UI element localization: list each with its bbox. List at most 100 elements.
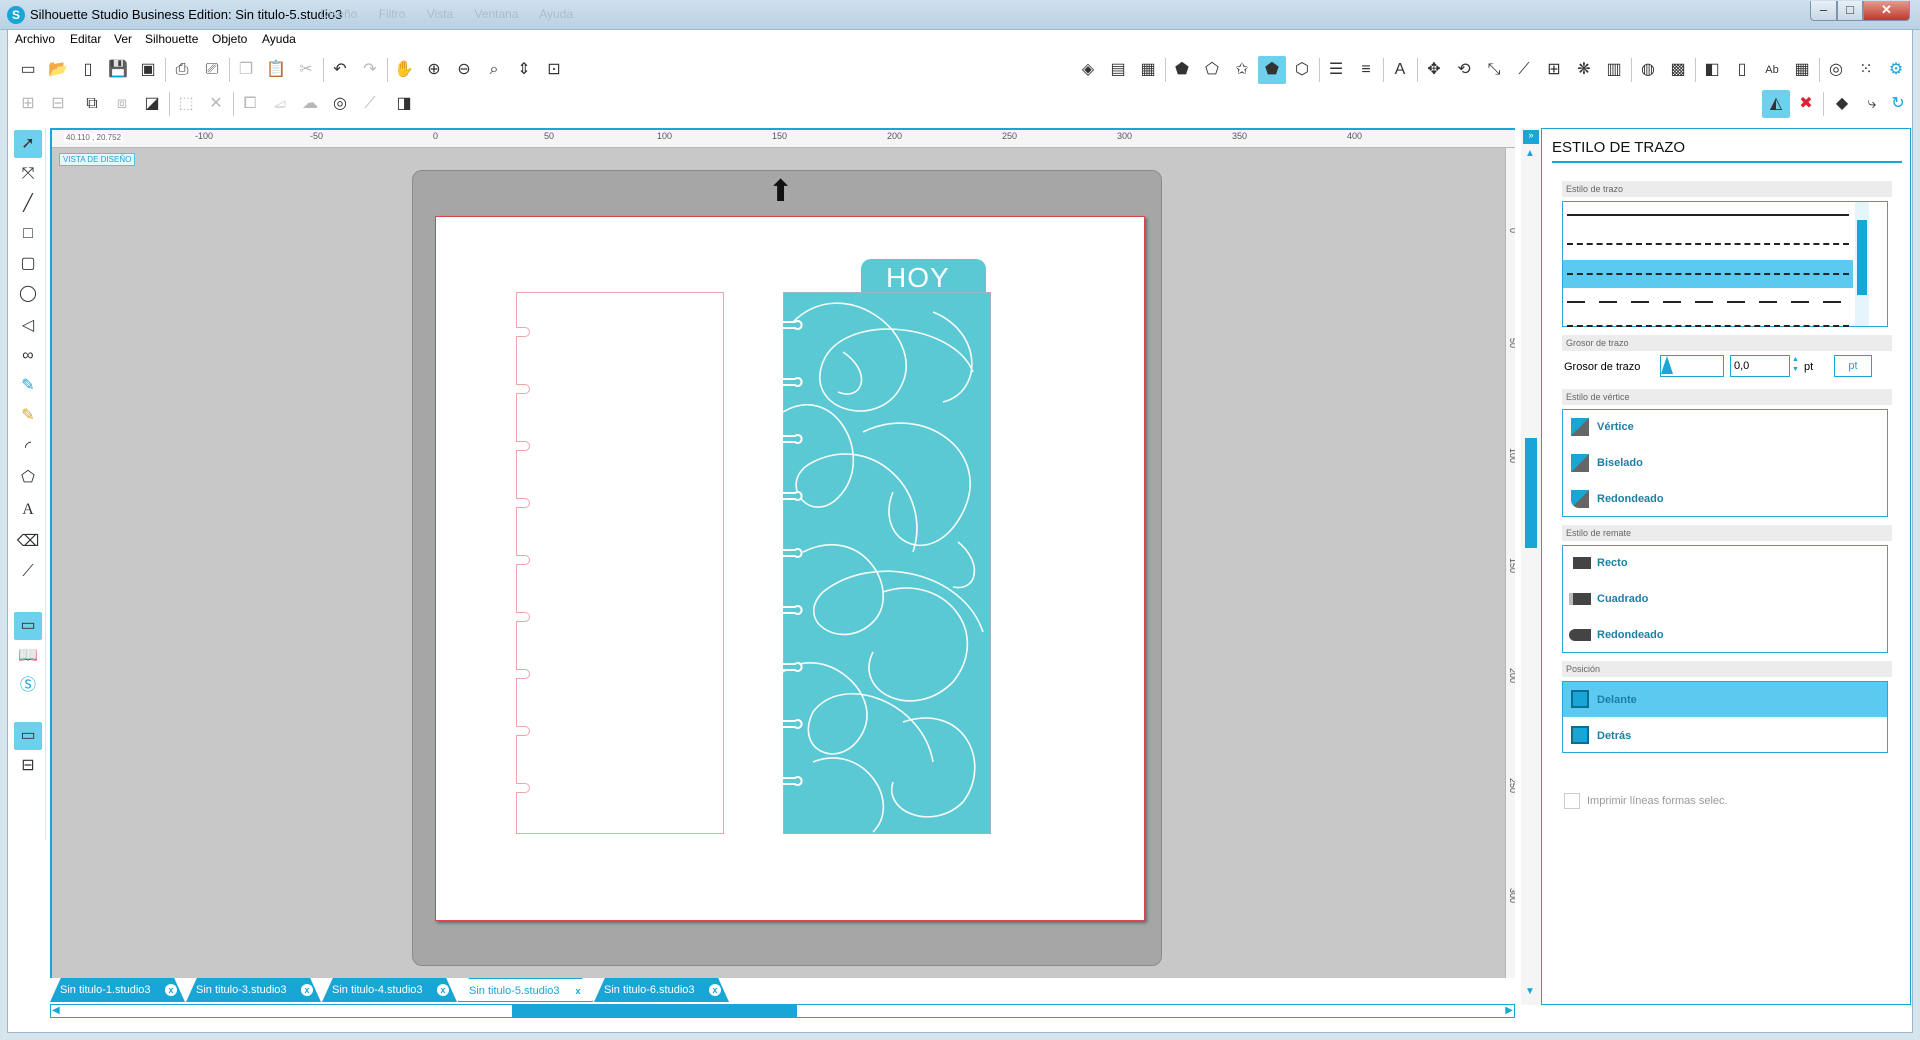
weld-icon[interactable]: ◪ bbox=[138, 90, 166, 118]
outline-divider-shape[interactable] bbox=[516, 292, 724, 834]
menu-editar[interactable]: Editar bbox=[70, 32, 101, 46]
tab-close-icon[interactable]: x bbox=[437, 984, 449, 996]
copy-icon[interactable]: ❐ bbox=[232, 56, 260, 84]
paste-icon[interactable]: 📋 bbox=[262, 56, 290, 84]
line-style-active-icon[interactable]: ◭ bbox=[1762, 90, 1790, 118]
compound-icon[interactable]: ⧉ bbox=[78, 90, 106, 118]
zoom-select-icon[interactable]: ⌕ bbox=[480, 56, 508, 84]
cap-round-icon[interactable] bbox=[1569, 629, 1591, 641]
select-icon[interactable]: ➚ bbox=[14, 130, 42, 158]
minimize-button[interactable]: – bbox=[1810, 1, 1837, 21]
vertical-scrollbar[interactable]: » ▲ ▼ bbox=[1521, 128, 1541, 1005]
fit-page-icon[interactable]: ⊡ bbox=[540, 56, 568, 84]
shape-icon[interactable]: ⬟ bbox=[1258, 56, 1286, 84]
no-cut-icon[interactable]: ✖ bbox=[1792, 90, 1820, 118]
save-library-icon[interactable]: ▣ bbox=[134, 56, 162, 84]
dash-long[interactable] bbox=[1567, 301, 1849, 303]
library-view-icon[interactable]: 📖 bbox=[14, 642, 42, 670]
offset-icon[interactable]: ⬡ bbox=[1288, 56, 1316, 84]
position-back-option[interactable]: Detrás bbox=[1597, 730, 1631, 742]
trace-icon[interactable]: ❋ bbox=[1570, 56, 1598, 84]
dash-dense[interactable] bbox=[1567, 325, 1849, 327]
gradient-icon[interactable]: ▤ bbox=[1104, 56, 1132, 84]
3d-icon[interactable]: ⟋ bbox=[356, 90, 384, 118]
scroll-thumb[interactable] bbox=[1525, 438, 1537, 548]
window-icon[interactable]: ▭ bbox=[14, 722, 42, 750]
scroll-down-icon[interactable]: ▼ bbox=[1525, 986, 1535, 997]
dots-icon[interactable]: ⁙ bbox=[1852, 56, 1880, 84]
curve-icon[interactable]: ∞ bbox=[14, 342, 42, 370]
release-compound-icon[interactable]: ⧈ bbox=[108, 90, 136, 118]
scroll-up-icon[interactable]: ▲ bbox=[1525, 148, 1535, 159]
cut-settings-icon[interactable]: ◧ bbox=[1698, 56, 1726, 84]
tab-doc-3[interactable]: Sin titulo-3.studio3 x bbox=[186, 978, 321, 1002]
print-icon[interactable]: ⎙ bbox=[168, 56, 196, 84]
point-edit-icon[interactable]: ⤧ bbox=[14, 160, 42, 188]
corner-round-option[interactable]: Redondeado bbox=[1597, 493, 1664, 505]
box-icon[interactable]: ◨ bbox=[390, 90, 418, 118]
modify-icon[interactable]: ⧡ bbox=[266, 90, 294, 118]
split-view-icon[interactable]: ⊟ bbox=[14, 752, 42, 780]
open-icon[interactable]: 📂 bbox=[44, 56, 72, 84]
cap-round-option[interactable]: Redondeado bbox=[1597, 629, 1664, 641]
tab-close-icon[interactable]: x bbox=[301, 984, 313, 996]
rounded-rectangle-icon[interactable]: ▢ bbox=[14, 250, 42, 278]
print-cut-icon[interactable]: ⎚ bbox=[198, 56, 226, 84]
fill-icon[interactable]: ◈ bbox=[1074, 56, 1102, 84]
corner-bevel-option[interactable]: Biselado bbox=[1597, 457, 1643, 469]
transform-icon[interactable]: ✥ bbox=[1420, 56, 1448, 84]
tab-close-icon[interactable]: x bbox=[709, 984, 721, 996]
tab-doc-6[interactable]: Sin titulo-6.studio3 x bbox=[594, 978, 729, 1002]
tab-doc-5[interactable]: Sin titulo-5.studio3 x bbox=[458, 978, 593, 1002]
tab-doc-4[interactable]: Sin titulo-4.studio3 x bbox=[322, 978, 457, 1002]
text-tool-icon[interactable]: A bbox=[14, 496, 42, 524]
nest-icon[interactable]: ⊞ bbox=[1540, 56, 1568, 84]
subtract-icon[interactable]: ⬚ bbox=[172, 90, 200, 118]
freehand-icon[interactable]: ✎ bbox=[14, 372, 42, 400]
line-icon[interactable]: ╱ bbox=[14, 190, 42, 218]
print-lines-checkbox[interactable] bbox=[1564, 793, 1580, 809]
redo-icon[interactable]: ↷ bbox=[356, 56, 384, 84]
line-style-icon[interactable]: ⬠ bbox=[1198, 56, 1226, 84]
design-view-icon[interactable]: ▭ bbox=[14, 612, 42, 640]
close-button[interactable]: ✕ bbox=[1863, 1, 1910, 21]
tab-close-icon[interactable]: x bbox=[572, 985, 584, 997]
rotate-icon[interactable]: ⟲ bbox=[1450, 56, 1478, 84]
library-icon[interactable]: ▩ bbox=[1664, 56, 1692, 84]
maximize-button[interactable]: □ bbox=[1837, 1, 1863, 21]
unit-button[interactable]: pt bbox=[1834, 355, 1872, 377]
horizontal-scrollbar[interactable]: ◀ ▶ bbox=[50, 1004, 1515, 1018]
dash-solid[interactable] bbox=[1567, 214, 1849, 216]
corner-miter-option[interactable]: Vértice bbox=[1597, 421, 1634, 433]
knife-icon[interactable]: ⟋ bbox=[1510, 56, 1538, 84]
pixscan-icon[interactable]: ◎ bbox=[1822, 56, 1850, 84]
menu-silhouette[interactable]: Silhouette bbox=[145, 32, 198, 46]
cap-flat-icon[interactable] bbox=[1573, 557, 1591, 569]
template-icon[interactable]: ▯ bbox=[74, 56, 102, 84]
store-view-icon[interactable]: Ⓢ bbox=[14, 672, 42, 700]
scroll-left-icon[interactable]: ◀ bbox=[52, 1005, 60, 1016]
ab-icon[interactable]: Ab bbox=[1758, 56, 1786, 84]
ellipse-icon[interactable]: ◯ bbox=[14, 280, 42, 308]
scale-icon[interactable]: ⤡ bbox=[1480, 56, 1508, 84]
stroke-width-slider[interactable] bbox=[1660, 355, 1724, 377]
offset2-icon[interactable]: ☁ bbox=[296, 90, 324, 118]
text-icon[interactable]: A bbox=[1386, 56, 1414, 84]
cut-icon[interactable]: ✂ bbox=[292, 56, 320, 84]
grid-icon[interactable]: ▦ bbox=[1788, 56, 1816, 84]
refresh-icon[interactable]: ↻ bbox=[1884, 90, 1912, 118]
stroke-width-stepper[interactable]: ▲ ▼ bbox=[1792, 355, 1800, 377]
cap-square-icon[interactable] bbox=[1569, 593, 1591, 605]
group-icon[interactable]: ⊞ bbox=[14, 90, 42, 118]
cap-flat-option[interactable]: Recto bbox=[1597, 557, 1628, 569]
arc-icon[interactable]: ◜ bbox=[14, 434, 42, 462]
zoom-out-icon[interactable]: ⊖ bbox=[450, 56, 478, 84]
smooth-freehand-icon[interactable]: ✎ bbox=[14, 402, 42, 430]
replicate-icon[interactable]: ≡ bbox=[1352, 56, 1380, 84]
line-color-icon[interactable]: ⬟ bbox=[1168, 56, 1196, 84]
ungroup-icon[interactable]: ⊟ bbox=[44, 90, 72, 118]
regular-polygon-icon[interactable]: ⬠ bbox=[14, 464, 42, 492]
position-front-option[interactable]: Delante bbox=[1597, 694, 1637, 706]
knife-tool-icon[interactable]: ⟋ bbox=[14, 558, 42, 586]
sketch-icon[interactable]: ▥ bbox=[1600, 56, 1628, 84]
